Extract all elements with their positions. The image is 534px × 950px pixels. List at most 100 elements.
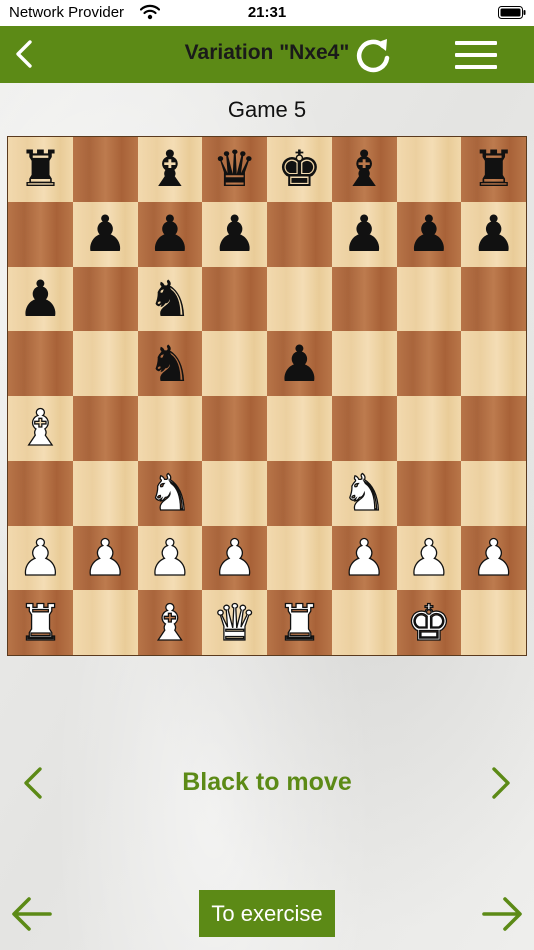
- square-c8[interactable]: ♝: [137, 137, 203, 202]
- square-f8[interactable]: ♝: [331, 137, 397, 202]
- square-b1[interactable]: [72, 590, 138, 655]
- next-game-arrow-icon[interactable]: [480, 894, 524, 934]
- square-g2[interactable]: ♟: [396, 525, 462, 591]
- square-e3[interactable]: [267, 460, 332, 526]
- square-h7[interactable]: ♟: [461, 201, 526, 267]
- square-e6[interactable]: [267, 266, 332, 332]
- square-h2[interactable]: ♟: [461, 525, 526, 591]
- white-pawn-piece[interactable]: ♟: [82, 532, 128, 583]
- square-g4[interactable]: [396, 396, 462, 461]
- black-pawn-piece[interactable]: ♟: [277, 339, 322, 389]
- square-d2[interactable]: ♟: [202, 525, 267, 591]
- square-f2[interactable]: ♟: [331, 525, 397, 591]
- square-h1[interactable]: [461, 590, 526, 655]
- black-knight-piece[interactable]: ♞: [147, 274, 192, 324]
- white-pawn-piece[interactable]: ♟: [471, 532, 517, 583]
- square-f1[interactable]: [331, 590, 397, 655]
- square-a1[interactable]: ♜: [8, 590, 73, 655]
- white-pawn-piece[interactable]: ♟: [406, 532, 452, 583]
- black-pawn-piece[interactable]: ♟: [83, 209, 128, 259]
- square-f3[interactable]: ♞: [331, 460, 397, 526]
- white-king-piece[interactable]: ♚: [406, 597, 452, 648]
- square-c4[interactable]: [137, 396, 203, 461]
- square-b5[interactable]: [72, 331, 138, 396]
- white-bishop-piece[interactable]: ♝: [147, 597, 193, 648]
- square-h6[interactable]: [461, 266, 526, 332]
- white-pawn-piece[interactable]: ♟: [147, 532, 193, 583]
- square-f7[interactable]: ♟: [331, 201, 397, 267]
- square-c3[interactable]: ♞: [137, 460, 203, 526]
- square-a4[interactable]: ♝: [8, 396, 73, 461]
- to-exercise-button[interactable]: To exercise: [199, 890, 335, 937]
- square-e1[interactable]: ♜: [267, 590, 332, 655]
- square-e4[interactable]: [267, 396, 332, 461]
- square-c6[interactable]: ♞: [137, 266, 203, 332]
- black-pawn-piece[interactable]: ♟: [471, 209, 516, 259]
- square-h4[interactable]: [461, 396, 526, 461]
- white-bishop-piece[interactable]: ♝: [17, 403, 63, 454]
- square-a3[interactable]: [8, 460, 73, 526]
- square-b4[interactable]: [72, 396, 138, 461]
- white-pawn-piece[interactable]: ♟: [341, 532, 387, 583]
- square-g8[interactable]: [396, 137, 462, 202]
- white-knight-piece[interactable]: ♞: [147, 467, 193, 518]
- square-b8[interactable]: [72, 137, 138, 202]
- square-a5[interactable]: [8, 331, 73, 396]
- square-e5[interactable]: ♟: [267, 331, 332, 396]
- square-a8[interactable]: ♜: [8, 137, 73, 202]
- square-a6[interactable]: ♟: [8, 266, 73, 332]
- black-rook-piece[interactable]: ♜: [18, 144, 63, 194]
- square-d4[interactable]: [202, 396, 267, 461]
- black-knight-piece[interactable]: ♞: [147, 339, 192, 389]
- square-a7[interactable]: [8, 201, 73, 267]
- chess-board[interactable]: ♜ ♝ ♛ ♚ ♝ ♜ ♟ ♟ ♟ ♟ ♟ ♟ ♟ ♞ ♞ ♟ ♝ ♞ ♞ ♟ ♟ ♟ ♟ ♟ ♟ ♟ ♜ ♝ ♛ ♜ ♚: [7, 136, 527, 656]
- square-c1[interactable]: ♝: [137, 590, 203, 655]
- black-pawn-piece[interactable]: ♟: [212, 209, 257, 259]
- previous-game-arrow-icon[interactable]: [10, 894, 54, 934]
- black-rook-piece[interactable]: ♜: [471, 144, 516, 194]
- refresh-icon[interactable]: [352, 34, 394, 76]
- square-h3[interactable]: [461, 460, 526, 526]
- square-a2[interactable]: ♟: [8, 525, 73, 591]
- black-bishop-piece[interactable]: ♝: [147, 144, 192, 194]
- square-g7[interactable]: ♟: [396, 201, 462, 267]
- black-bishop-piece[interactable]: ♝: [342, 144, 387, 194]
- square-d1[interactable]: ♛: [202, 590, 267, 655]
- white-rook-piece[interactable]: ♜: [276, 597, 322, 648]
- white-queen-piece[interactable]: ♛: [212, 597, 258, 648]
- square-c2[interactable]: ♟: [137, 525, 203, 591]
- black-pawn-piece[interactable]: ♟: [147, 209, 192, 259]
- square-d6[interactable]: [202, 266, 267, 332]
- square-d3[interactable]: [202, 460, 267, 526]
- square-h8[interactable]: ♜: [461, 137, 526, 202]
- white-knight-piece[interactable]: ♞: [341, 467, 387, 518]
- square-e8[interactable]: ♚: [267, 137, 332, 202]
- square-b6[interactable]: [72, 266, 138, 332]
- hamburger-menu-icon[interactable]: [454, 40, 498, 70]
- black-king-piece[interactable]: ♚: [277, 144, 322, 194]
- square-g5[interactable]: [396, 331, 462, 396]
- square-b2[interactable]: ♟: [72, 525, 138, 591]
- white-pawn-piece[interactable]: ♟: [212, 532, 258, 583]
- white-rook-piece[interactable]: ♜: [17, 597, 63, 648]
- square-c5[interactable]: ♞: [137, 331, 203, 396]
- square-g1[interactable]: ♚: [396, 590, 462, 655]
- black-pawn-piece[interactable]: ♟: [18, 274, 63, 324]
- square-h5[interactable]: [461, 331, 526, 396]
- black-pawn-piece[interactable]: ♟: [406, 209, 451, 259]
- square-g3[interactable]: [396, 460, 462, 526]
- square-d8[interactable]: ♛: [202, 137, 267, 202]
- white-pawn-piece[interactable]: ♟: [17, 532, 63, 583]
- square-f4[interactable]: [331, 396, 397, 461]
- square-e2[interactable]: [267, 525, 332, 591]
- black-pawn-piece[interactable]: ♟: [342, 209, 387, 259]
- next-move-chevron-icon[interactable]: [488, 764, 514, 802]
- square-g6[interactable]: [396, 266, 462, 332]
- square-e7[interactable]: [267, 201, 332, 267]
- square-c7[interactable]: ♟: [137, 201, 203, 267]
- black-queen-piece[interactable]: ♛: [212, 144, 257, 194]
- square-b3[interactable]: [72, 460, 138, 526]
- square-d7[interactable]: ♟: [202, 201, 267, 267]
- square-d5[interactable]: [202, 331, 267, 396]
- square-f5[interactable]: [331, 331, 397, 396]
